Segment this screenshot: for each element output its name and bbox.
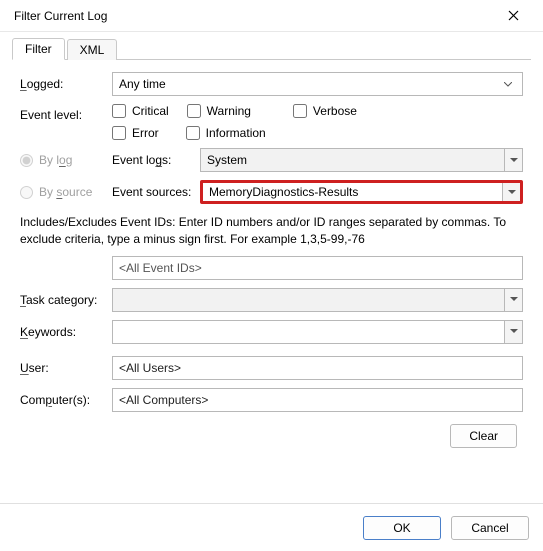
tab-filter[interactable]: Filter [12, 38, 65, 60]
filter-current-log-dialog: Filter Current Log Filter XML Logged: An… [0, 0, 543, 551]
event-sources-combo[interactable]: MemoryDiagnostics-Results [200, 180, 523, 204]
tab-xml[interactable]: XML [67, 39, 118, 60]
event-sources-label: Event sources: [112, 185, 191, 199]
computers-input[interactable]: <All Computers> [112, 388, 523, 412]
window-title: Filter Current Log [14, 9, 493, 23]
logged-combo[interactable]: Any time [112, 72, 523, 96]
cancel-button[interactable]: Cancel [451, 516, 529, 540]
clear-button[interactable]: Clear [450, 424, 517, 448]
chevron-down-icon [504, 149, 522, 171]
event-ids-help: Includes/Excludes Event IDs: Enter ID nu… [20, 214, 523, 248]
chevron-down-icon [502, 183, 520, 201]
user-input[interactable]: <All Users> [112, 356, 523, 380]
dialog-footer: OK Cancel [0, 503, 543, 551]
task-category-label: Task category: [20, 293, 97, 307]
chevron-down-icon [500, 73, 516, 95]
information-checkbox[interactable]: Information [186, 126, 266, 140]
user-label: User: [20, 361, 49, 375]
task-category-combo[interactable] [112, 288, 523, 312]
by-log-radio [20, 154, 33, 167]
error-checkbox[interactable]: Error [112, 126, 159, 140]
event-level-label: Event level: [20, 108, 82, 122]
chevron-down-icon [504, 321, 522, 343]
keywords-label: Keywords: [20, 325, 76, 339]
close-icon [508, 10, 519, 21]
close-button[interactable] [493, 1, 533, 31]
critical-checkbox[interactable]: Critical [112, 104, 169, 118]
keywords-combo[interactable] [112, 320, 523, 344]
event-sources-value: MemoryDiagnostics-Results [209, 185, 502, 199]
tab-strip: Filter XML [12, 36, 531, 60]
by-source-radio [20, 186, 33, 199]
titlebar: Filter Current Log [0, 0, 543, 32]
by-source-label: By source [39, 185, 92, 199]
event-ids-input[interactable]: <All Event IDs> [112, 256, 523, 280]
chevron-down-icon [504, 289, 522, 311]
verbose-checkbox[interactable]: Verbose [293, 104, 357, 118]
event-logs-value: System [207, 153, 504, 167]
event-logs-label: Event logs: [112, 153, 171, 167]
logged-label: Logged: [20, 77, 63, 91]
ok-button[interactable]: OK [363, 516, 441, 540]
by-log-label: By log [39, 153, 72, 167]
logged-value: Any time [119, 77, 500, 91]
computers-label: Computer(s): [20, 393, 90, 407]
event-logs-combo[interactable]: System [200, 148, 523, 172]
warning-checkbox[interactable]: Warning [187, 104, 251, 118]
